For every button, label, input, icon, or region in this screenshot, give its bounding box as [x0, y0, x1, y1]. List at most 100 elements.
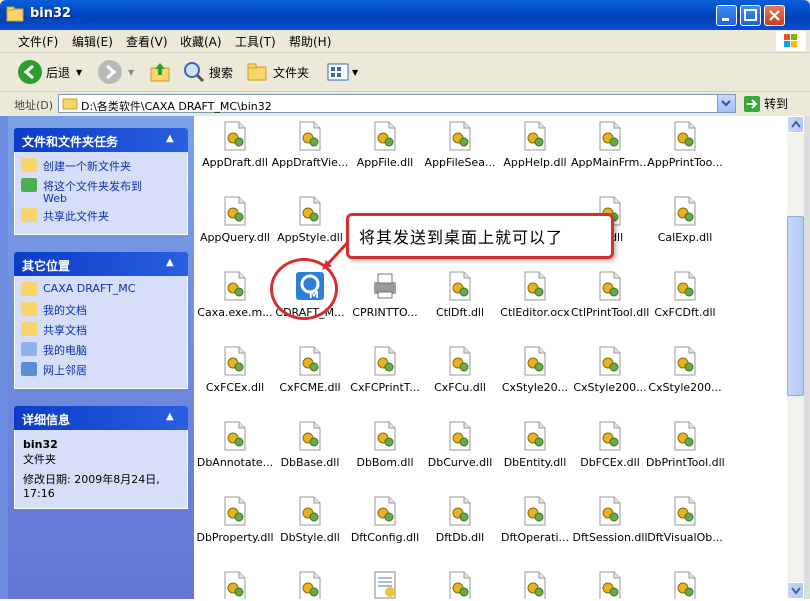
menu-favorites[interactable]: 收藏(A) — [180, 33, 222, 50]
task-label: Web — [43, 192, 67, 205]
file-item[interactable]: DftSession.dll — [571, 495, 649, 545]
file-item[interactable]: AppQuery.dll — [196, 195, 274, 245]
menu-view[interactable]: 查看(V) — [126, 33, 168, 50]
place-shared-documents[interactable]: 共享文档 — [15, 322, 187, 342]
file-item[interactable]: AppDraft.dll — [196, 120, 274, 170]
chevron-down-icon[interactable]: ▼ — [128, 68, 134, 77]
share-folder-icon — [21, 208, 37, 222]
back-button[interactable]: 后退 ▼ — [18, 58, 82, 86]
go-arrow-icon — [744, 95, 760, 112]
file-item[interactable]: AppDraftVie... — [271, 120, 349, 170]
minimize-button[interactable] — [716, 5, 737, 26]
scroll-up-button[interactable] — [787, 116, 804, 133]
file-item[interactable] — [271, 570, 349, 599]
file-item[interactable]: CtlEditor.ocx — [496, 270, 574, 320]
address-dropdown-button[interactable] — [717, 95, 735, 112]
task-share-folder[interactable]: 共享此文件夹 — [15, 208, 187, 228]
file-item[interactable]: DftOperati... — [496, 495, 574, 545]
file-item[interactable]: CalExp.dll — [646, 195, 724, 245]
place-caxa[interactable]: CAXA DRAFT_MC — [15, 282, 187, 302]
close-button[interactable] — [764, 5, 785, 26]
file-item[interactable]: DbProperty.dll — [196, 495, 274, 545]
folders-button[interactable]: 文件夹 — [246, 58, 309, 86]
my-computer-icon — [21, 342, 37, 356]
place-network[interactable]: 网上邻居 — [15, 362, 187, 382]
file-item[interactable]: CtlPrintTool.dll — [571, 270, 649, 320]
task-publish-web-cont[interactable]: Web — [15, 192, 187, 208]
views-button[interactable]: ▼ — [326, 58, 358, 86]
address-bar: 地址(D) D:\各类软件\CAXA DRAFT_MC\bin32 转到 — [0, 92, 810, 117]
file-item[interactable]: CxFCME.dll — [271, 345, 349, 395]
go-button[interactable]: 转到 — [744, 95, 788, 112]
file-item[interactable]: DftDb.dll — [421, 495, 499, 545]
file-item[interactable]: CxFCPrintT... — [346, 345, 424, 395]
file-item[interactable]: DbBom.dll — [346, 420, 424, 470]
file-item[interactable] — [646, 570, 724, 599]
search-button[interactable]: 搜索 — [182, 58, 233, 86]
file-name: AppDraftVie... — [271, 156, 349, 169]
collapse-icon[interactable]: ▲ — [166, 257, 180, 271]
details-panel-header[interactable]: 详细信息 ▲ — [14, 406, 188, 430]
forward-arrow-icon — [98, 60, 122, 84]
title-bar[interactable]: bin32 — [0, 0, 810, 30]
file-item[interactable]: DbBase.dll — [271, 420, 349, 470]
file-item[interactable]: AppFile.dll — [346, 120, 424, 170]
menu-file[interactable]: 文件(F) — [18, 33, 58, 50]
up-button[interactable] — [148, 58, 172, 86]
chevron-down-icon[interactable]: ▼ — [352, 68, 358, 77]
dll-file-icon — [295, 195, 325, 227]
file-item[interactable]: DbStyle.dll — [271, 495, 349, 545]
file-item[interactable] — [571, 570, 649, 599]
scroll-down-button[interactable] — [787, 582, 804, 599]
file-name: CxFCDft.dll — [654, 306, 716, 319]
task-publish-web[interactable]: 将这个文件夹发布到 — [15, 178, 187, 193]
file-item[interactable]: CxFCEx.dll — [196, 345, 274, 395]
file-item[interactable]: CtlDft.dll — [421, 270, 499, 320]
file-item[interactable]: DbAnnotate... — [196, 420, 274, 470]
file-item[interactable]: DbCurve.dll — [421, 420, 499, 470]
dll-file-icon — [295, 120, 325, 152]
folder-icon — [62, 98, 78, 110]
file-item[interactable]: DbFCEx.dll — [571, 420, 649, 470]
file-item[interactable]: AppMainFrm... — [571, 120, 649, 170]
chevron-down-icon[interactable]: ▼ — [76, 68, 82, 77]
scroll-thumb[interactable] — [787, 216, 804, 396]
tasks-panel-body: 创建一个新文件夹 将这个文件夹发布到 Web 共享此文件夹 — [14, 152, 188, 235]
menu-tools[interactable]: 工具(T) — [235, 33, 276, 50]
file-item[interactable]: AppPrintToo... — [646, 120, 724, 170]
file-item[interactable]: DbEntity.dll — [496, 420, 574, 470]
dll-file-icon — [595, 420, 625, 452]
file-item[interactable] — [496, 570, 574, 599]
task-new-folder[interactable]: 创建一个新文件夹 — [15, 158, 187, 178]
file-name: AppFile.dll — [356, 156, 414, 169]
address-input[interactable]: D:\各类软件\CAXA DRAFT_MC\bin32 — [58, 94, 736, 113]
file-item[interactable]: DftConfig.dll — [346, 495, 424, 545]
collapse-icon[interactable]: ▲ — [166, 411, 180, 425]
tasks-panel-header[interactable]: 文件和文件夹任务 ▲ — [14, 128, 188, 152]
file-item[interactable]: CxFCDft.dll — [646, 270, 724, 320]
file-item[interactable]: CxFCu.dll — [421, 345, 499, 395]
place-my-documents[interactable]: 我的文档 — [15, 302, 187, 322]
maximize-button[interactable] — [740, 5, 761, 26]
vertical-scrollbar[interactable] — [787, 116, 804, 599]
file-name: AppHelp.dll — [503, 156, 567, 169]
file-item[interactable]: CxStyle20... — [496, 345, 574, 395]
menu-edit[interactable]: 编辑(E) — [72, 33, 113, 50]
file-item[interactable]: DftVisualOb... — [646, 495, 724, 545]
forward-button[interactable]: ▼ — [98, 58, 134, 86]
file-item[interactable]: AppHelp.dll — [496, 120, 574, 170]
file-item[interactable]: Caxa.exe.m... — [196, 270, 274, 320]
file-item[interactable] — [346, 570, 424, 599]
file-item[interactable] — [196, 570, 274, 599]
file-item[interactable]: CxStyle200... — [646, 345, 724, 395]
file-item[interactable]: DbPrintTool.dll — [646, 420, 724, 470]
file-item[interactable]: CxStyle200... — [571, 345, 649, 395]
menu-help[interactable]: 帮助(H) — [289, 33, 331, 50]
file-item[interactable] — [421, 570, 499, 599]
place-my-computer[interactable]: 我的电脑 — [15, 342, 187, 362]
dll-file-icon — [670, 570, 700, 599]
dll-file-icon — [520, 270, 550, 302]
places-panel-header[interactable]: 其它位置 ▲ — [14, 252, 188, 276]
collapse-icon[interactable]: ▲ — [166, 133, 180, 147]
file-item[interactable]: AppFileSea... — [421, 120, 499, 170]
